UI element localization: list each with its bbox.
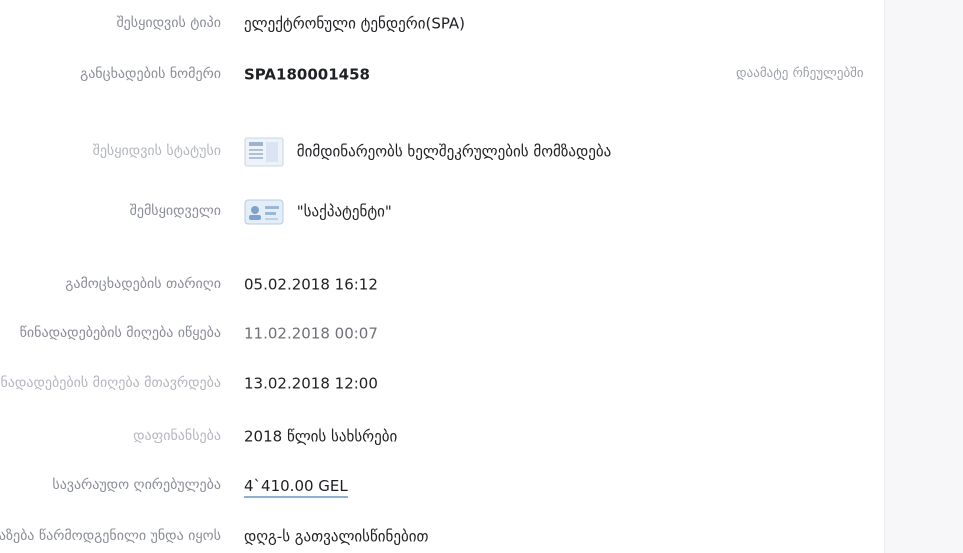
label-funding: დაფინანსება bbox=[133, 428, 221, 444]
label-bidding-end: წინადადებების მიღება მთავრდება bbox=[0, 375, 221, 391]
id-card-icon bbox=[244, 197, 284, 227]
row-buyer: შემსყიდველი "საქპატენტი" bbox=[0, 194, 884, 228]
row-announcement-date: გამოცხადების თარიღი 05.02.2018 16:12 bbox=[0, 267, 884, 301]
right-side-panel bbox=[884, 0, 963, 553]
row-vat-note: შეთავაზება წარმოდგენილი უნდა იყოს დღგ-ს … bbox=[0, 519, 884, 553]
value-estimated-cost: 4`410.00 GEL bbox=[244, 468, 348, 502]
label-announcement-number: განცხადების ნომერი bbox=[80, 66, 221, 82]
value-announcement-number: SPA180001458 bbox=[244, 57, 370, 91]
label-procurement-status: შესყიდვის სტატუსი bbox=[92, 143, 221, 159]
row-bidding-end: წინადადებების მიღება მთავრდება 13.02.201… bbox=[0, 366, 884, 400]
value-bidding-start: 11.02.2018 00:07 bbox=[244, 316, 378, 350]
value-announcement-number-text: SPA180001458 bbox=[244, 65, 370, 84]
row-estimated-cost: სავარაუდო ღირებულება 4`410.00 GEL bbox=[0, 468, 884, 502]
document-card-icon bbox=[244, 137, 284, 167]
value-funding: 2018 წლის სახსრები bbox=[244, 419, 397, 453]
row-funding: დაფინანსება 2018 წლის სახსრები bbox=[0, 419, 884, 453]
value-estimated-cost-text: 4`410.00 GEL bbox=[244, 476, 348, 498]
value-bidding-end: 13.02.2018 12:00 bbox=[244, 366, 378, 400]
row-procurement-type: შესყიდვის ტიპი ელექტრონული ტენდერი(SPA) bbox=[0, 6, 884, 40]
row-procurement-status: შესყიდვის სტატუსი მიმდინარეობს ხელშეკრულ… bbox=[0, 134, 884, 168]
label-procurement-type: შესყიდვის ტიპი bbox=[116, 15, 221, 31]
value-announcement-date-text: 05.02.2018 16:12 bbox=[244, 275, 378, 294]
value-buyer[interactable]: "საქპატენტი" bbox=[244, 194, 392, 228]
row-announcement-number: განცხადების ნომერი SPA180001458 დაამატე … bbox=[0, 57, 884, 91]
label-estimated-cost: სავარაუდო ღირებულება bbox=[52, 477, 221, 493]
value-funding-text: 2018 წლის სახსრები bbox=[244, 427, 398, 446]
value-buyer-text: "საქპატენტი" bbox=[296, 202, 392, 221]
label-bidding-start: წინადადებების მიღება იწყება bbox=[19, 325, 221, 341]
value-vat-note-text: დღგ-ს გათვალისწინებით bbox=[244, 527, 429, 546]
value-procurement-type-text: ელექტრონული ტენდერი(SPA) bbox=[244, 14, 466, 33]
label-vat-note: შეთავაზება წარმოდგენილი უნდა იყოს bbox=[0, 528, 221, 544]
tender-details-page: შესყიდვის ტიპი ელექტრონული ტენდერი(SPA) … bbox=[0, 0, 963, 553]
label-buyer: შემსყიდველი bbox=[129, 203, 221, 219]
value-announcement-date: 05.02.2018 16:12 bbox=[244, 267, 378, 301]
value-bidding-start-text: 11.02.2018 00:07 bbox=[244, 324, 378, 343]
row-bidding-start: წინადადებების მიღება იწყება 11.02.2018 0… bbox=[0, 316, 884, 350]
label-announcement-date: გამოცხადების თარიღი bbox=[65, 276, 221, 292]
value-bidding-end-text: 13.02.2018 12:00 bbox=[244, 374, 378, 393]
value-procurement-status-text: მიმდინარეობს ხელშეკრულების მომზადება bbox=[296, 142, 612, 161]
value-vat-note: დღგ-ს გათვალისწინებით bbox=[244, 519, 429, 553]
value-procurement-type: ელექტრონული ტენდერი(SPA) bbox=[244, 6, 465, 40]
value-procurement-status: მიმდინარეობს ხელშეკრულების მომზადება bbox=[244, 134, 611, 168]
add-to-favorites-link[interactable]: დაამატე რჩეულებში bbox=[736, 57, 864, 91]
